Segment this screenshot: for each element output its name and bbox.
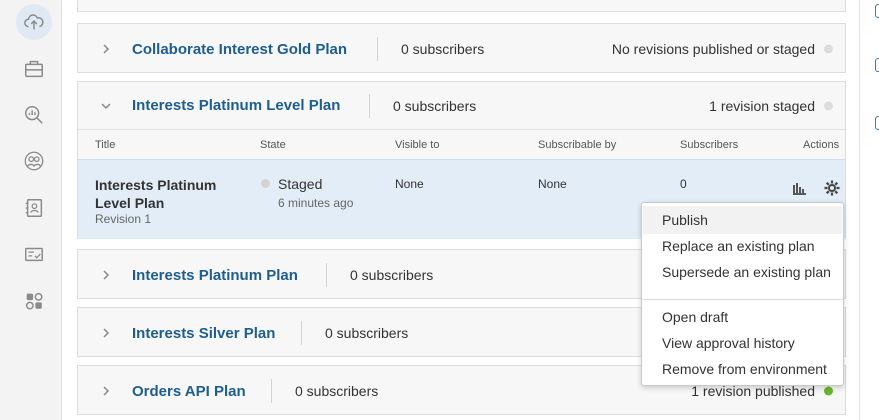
col-subscribable: Subscribable by [538,139,617,151]
divider [301,321,302,345]
revisions-table-header: Title State Visible to Subscribable by S… [78,129,845,159]
plan-card[interactable]: Collaborate Interest Gold Plan 0 subscri… [77,23,846,73]
plan-subscribers: 0 subscribers [401,41,485,57]
menu-item-publish[interactable]: Publish [662,212,708,228]
left-nav-rail [0,0,62,420]
plan-name[interactable]: Interests Silver Plan [132,325,275,342]
plan-name[interactable]: Interests Platinum Plan [132,267,298,284]
menu-item-replace[interactable]: Replace an existing plan [662,238,815,254]
checkbox-icon[interactable] [875,4,879,18]
plan-subscribers: 0 subscribers [325,325,409,341]
menu-item-approval-history[interactable]: View approval history [662,335,795,351]
status-dot [824,386,833,396]
col-subscribers: Subscribers [680,139,739,151]
status-dot [824,44,833,54]
approved-card-icon[interactable] [16,236,52,272]
cloud-upload-icon[interactable] [16,4,52,40]
revision-number: Revision 1 [95,212,152,226]
actions-menu: Publish Replace an existing plan Superse… [641,202,844,386]
chevron-right-icon[interactable] [100,327,112,339]
revision-title: Interests Platinum Level Plan [95,177,217,211]
revision-visible: None [395,177,424,191]
plan-name[interactable]: Interests Platinum Level Plan [132,97,340,114]
plan-name[interactable]: Collaborate Interest Gold Plan [132,41,347,58]
status-dot [824,101,833,110]
menu-item-remove[interactable]: Remove from environment [662,361,827,377]
users-icon[interactable] [16,143,52,179]
divider [377,37,378,61]
checkbox-icon[interactable] [875,58,879,72]
plan-subscribers: 0 subscribers [350,267,434,283]
chevron-down-icon[interactable] [100,100,112,112]
revision-state-time: 6 minutes ago [278,196,354,210]
checkbox-icon[interactable] [875,116,879,130]
apps-settings-icon[interactable] [16,283,52,319]
contacts-icon[interactable] [16,190,52,226]
col-actions: Actions [803,139,840,151]
plan-card-cutoff [77,0,846,12]
plan-status: No revisions published or staged [611,41,815,57]
menu-item-open-draft[interactable]: Open draft [662,309,728,325]
toolbox-icon[interactable] [16,51,52,87]
revision-subscribable: None [538,177,567,191]
bar-chart-icon[interactable] [791,180,807,196]
right-rail [859,0,879,420]
plan-name[interactable]: Orders API Plan [132,383,246,400]
chevron-right-icon[interactable] [100,385,112,397]
plan-status: 1 revision staged [709,97,815,114]
revision-subscribers: 0 [680,177,687,191]
plan-subscribers: 0 subscribers [393,97,477,114]
revision-state: Staged [278,176,323,192]
divider [326,263,327,287]
state-dot [261,179,270,188]
col-state: State [260,139,286,151]
divider [271,379,272,403]
col-title: Title [95,139,116,151]
chevron-right-icon[interactable] [100,269,112,281]
plan-subscribers: 0 subscribers [295,383,379,399]
analytics-search-icon[interactable] [16,97,52,133]
chevron-right-icon[interactable] [100,43,112,55]
col-visible: Visible to [395,139,440,151]
menu-item-supersede[interactable]: Supersede an existing plan [662,264,831,280]
gear-icon[interactable] [823,179,841,197]
menu-separator [642,299,843,300]
divider [369,93,370,118]
